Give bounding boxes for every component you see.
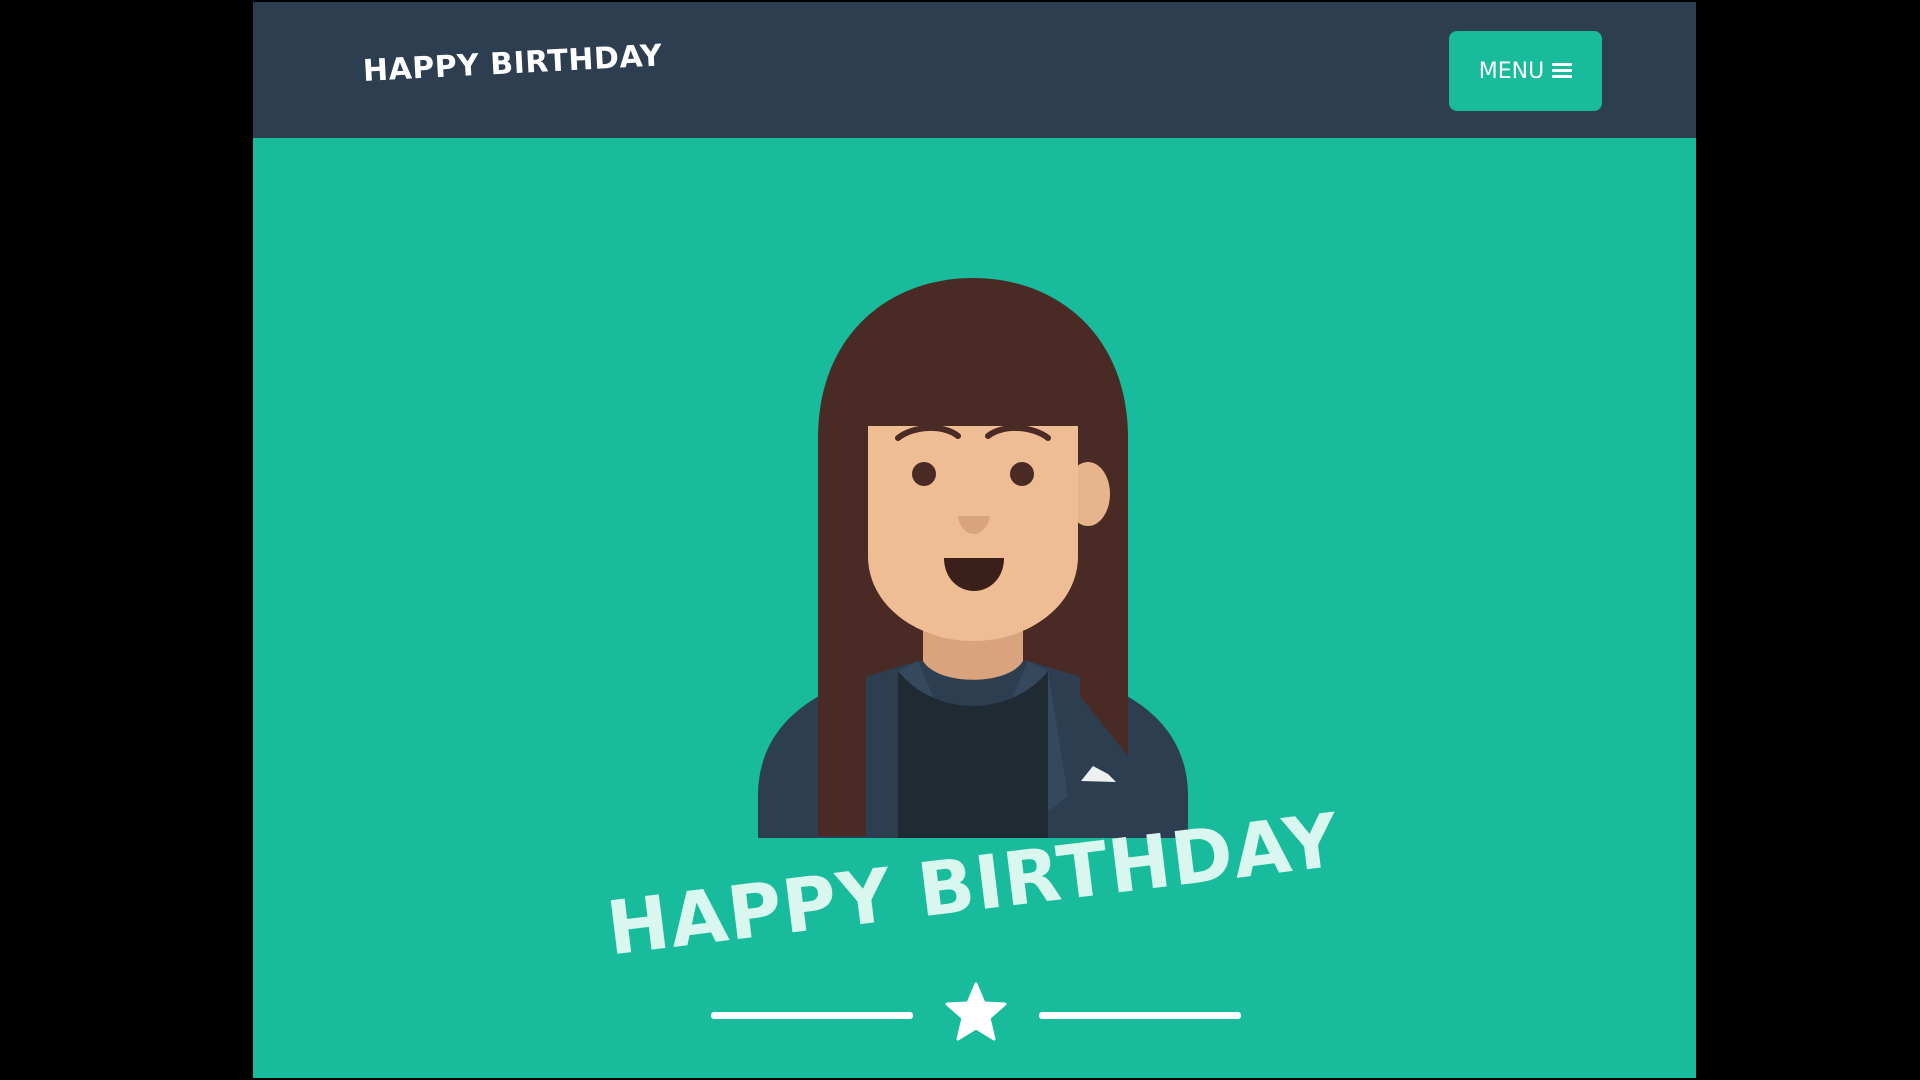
star-icon [945, 982, 1007, 1041]
navbar: HAPPY BIRTHDAY MENU [253, 2, 1696, 138]
menu-button[interactable]: MENU [1449, 31, 1602, 111]
birthday-page: HAPPY BIRTHDAY MENU HAPPY BIRTHDAY [253, 2, 1696, 1078]
avatar [758, 278, 1188, 838]
hamburger-icon [1552, 63, 1573, 79]
screen: HAPPY BIRTHDAY MENU HAPPY BIRTHDAY [0, 0, 1920, 1080]
divider-line-right [1039, 1012, 1241, 1019]
eye-left [912, 462, 936, 486]
star-divider [711, 980, 1241, 1050]
divider-line-left [711, 1012, 913, 1019]
brand-link[interactable]: HAPPY BIRTHDAY [362, 38, 663, 89]
eye-right [1010, 462, 1034, 486]
menu-label: MENU [1478, 58, 1545, 84]
